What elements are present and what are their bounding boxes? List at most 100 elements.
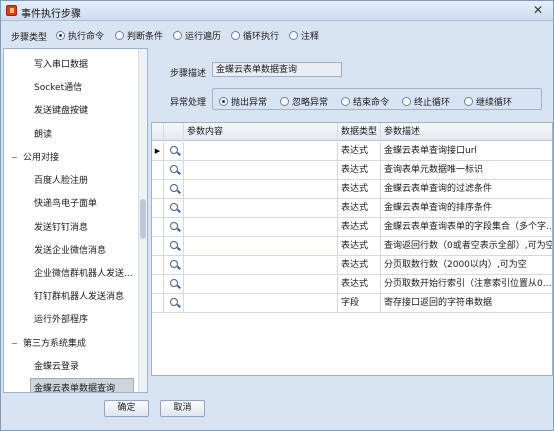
radio-end[interactable]: 结束命令	[341, 95, 389, 108]
table-row[interactable]: 表达式 金蝶云表单查询表单的字段集合（多个字...	[152, 218, 552, 237]
param-grid: 参数内容 数据类型 参数描述 ▶ 表达式 金蝶云表单查询接口url 表达式 查询表单元数…	[151, 122, 553, 376]
search-icon[interactable]	[170, 222, 178, 230]
search-icon[interactable]	[170, 146, 178, 154]
cancel-button[interactable]: 取消	[160, 400, 205, 417]
table-row[interactable]: 表达式 金蝶云表单查询的过滤条件	[152, 180, 552, 199]
radio-condition[interactable]: 判断条件	[115, 29, 163, 42]
cell-content[interactable]	[184, 142, 338, 161]
step-type-bar: 步骤类型 执行命令 判断条件 运行遍历 循环执行 注释	[1, 23, 553, 47]
cell-desc: 金蝶云表单查询的过滤条件	[384, 184, 493, 194]
row-search[interactable]	[164, 199, 184, 218]
row-search[interactable]	[164, 256, 184, 275]
cell-type[interactable]: 表达式	[338, 199, 381, 218]
tree-item[interactable]: 朗读	[4, 123, 140, 147]
table-row[interactable]: 表达式 分页取数开始行索引（注意索引位置从0...	[152, 275, 552, 294]
radio-execute-command[interactable]: 执行命令	[56, 29, 104, 42]
row-indicator	[152, 237, 164, 256]
scrollbar-thumb[interactable]	[140, 199, 146, 239]
cell-type[interactable]: 表达式	[338, 275, 381, 294]
table-row[interactable]: 字段 寄存接口返回的字符串数据	[152, 294, 552, 313]
header-type[interactable]: 数据类型	[338, 123, 381, 141]
row-search[interactable]	[164, 180, 184, 199]
radio-icon	[231, 31, 240, 40]
table-row[interactable]: 表达式 查询返回行数（0或者空表示全部）,可为空	[152, 237, 552, 256]
cell-type[interactable]: 表达式	[338, 142, 381, 161]
search-icon[interactable]	[170, 203, 178, 211]
tree-item[interactable]: 快递鸟电子面单	[4, 192, 140, 216]
close-icon[interactable]: ✕	[529, 3, 547, 18]
tree-item[interactable]: 发送企业微信消息	[4, 239, 140, 263]
search-icon[interactable]	[170, 298, 178, 306]
cell-content[interactable]	[184, 256, 338, 275]
search-icon[interactable]	[170, 165, 178, 173]
row-search[interactable]	[164, 142, 184, 161]
tree-group-public[interactable]: − 公用对接	[4, 146, 140, 170]
cell-type[interactable]: 表达式	[338, 180, 381, 199]
table-row[interactable]: 表达式 金蝶云表单查询的排序条件	[152, 199, 552, 218]
step-detail-panel: 步骤描述 金蝶云表单数据查询 异常处理 抛出异常 忽略异常 结束命令 终止循环	[151, 48, 553, 393]
radio-ignore[interactable]: 忽略异常	[280, 95, 328, 108]
row-search[interactable]	[164, 161, 184, 180]
radio-traverse[interactable]: 运行遍历	[173, 29, 221, 42]
radio-checked-icon	[219, 97, 228, 106]
radio-loop[interactable]: 循环执行	[231, 29, 279, 42]
table-row[interactable]: ▶ 表达式 金蝶云表单查询接口url	[152, 142, 552, 161]
cell-content[interactable]	[184, 275, 338, 294]
tree-item[interactable]: 发送键盘按键	[4, 99, 140, 123]
tree-item[interactable]: 百度人脸注册	[4, 169, 140, 193]
step-desc-input[interactable]: 金蝶云表单数据查询	[212, 62, 342, 77]
sidebar-scrollbar[interactable]	[138, 49, 147, 392]
window-title: 事件执行步骤	[21, 9, 81, 20]
header-content[interactable]: 参数内容	[184, 123, 338, 141]
cell-content[interactable]	[184, 199, 338, 218]
search-icon[interactable]	[170, 184, 178, 192]
table-row[interactable]: 表达式 查询表单元数据唯一标识	[152, 161, 552, 180]
step-type-label: 步骤类型	[11, 33, 48, 43]
cell-type[interactable]: 表达式	[338, 161, 381, 180]
cell-desc: 查询表单元数据唯一标识	[384, 165, 484, 175]
radio-comment[interactable]: 注释	[289, 29, 319, 42]
row-indicator	[152, 256, 164, 275]
cell-desc: 金蝶云表单查询接口url	[384, 146, 477, 156]
row-search[interactable]	[164, 275, 184, 294]
tree-group-third-party[interactable]: − 第三方系统集成	[4, 332, 140, 356]
tree-item-selected[interactable]: 金蝶云表单数据查询	[4, 377, 140, 392]
row-indicator	[152, 180, 164, 199]
row-indicator	[152, 218, 164, 237]
tree-item[interactable]: 钉钉群机器人发送消息	[4, 285, 140, 309]
row-search[interactable]	[164, 237, 184, 256]
collapse-icon[interactable]: −	[11, 332, 19, 356]
cell-desc: 金蝶云表单查询表单的字段集合（多个字...	[384, 222, 552, 232]
search-icon[interactable]	[170, 260, 178, 268]
tree-item[interactable]: 写入串口数据	[4, 53, 140, 77]
radio-throw[interactable]: 抛出异常	[219, 95, 267, 108]
tree-item[interactable]: 发送钉钉消息	[4, 216, 140, 240]
cell-type[interactable]: 表达式	[338, 256, 381, 275]
cell-type[interactable]: 表达式	[338, 237, 381, 256]
cell-content[interactable]	[184, 161, 338, 180]
cell-type[interactable]: 表达式	[338, 218, 381, 237]
row-search[interactable]	[164, 218, 184, 237]
radio-break[interactable]: 终止循环	[402, 95, 450, 108]
header-desc[interactable]: 参数描述	[381, 123, 552, 141]
cell-content[interactable]	[184, 180, 338, 199]
cell-content[interactable]	[184, 237, 338, 256]
search-icon[interactable]	[170, 279, 178, 287]
radio-continue[interactable]: 继续循环	[464, 95, 512, 108]
cell-content[interactable]	[184, 294, 338, 313]
tree-item[interactable]: 运行外部程序	[4, 308, 140, 332]
radio-icon	[280, 97, 289, 106]
tree-item[interactable]: Socket通信	[4, 76, 140, 100]
radio-icon	[402, 97, 411, 106]
row-indicator	[152, 161, 164, 180]
tree-item[interactable]: 金蝶云登录	[4, 355, 140, 379]
tree-item[interactable]: 企业微信群机器人发送...	[4, 262, 140, 286]
collapse-icon[interactable]: −	[11, 146, 19, 170]
ok-button[interactable]: 确定	[104, 400, 149, 417]
table-row[interactable]: 表达式 分页取数行数（2000以内）,可为空	[152, 256, 552, 275]
search-icon[interactable]	[170, 241, 178, 249]
cell-desc: 金蝶云表单查询的排序条件	[384, 203, 493, 213]
cell-type[interactable]: 字段	[338, 294, 381, 313]
row-search[interactable]	[164, 294, 184, 313]
cell-content[interactable]	[184, 218, 338, 237]
